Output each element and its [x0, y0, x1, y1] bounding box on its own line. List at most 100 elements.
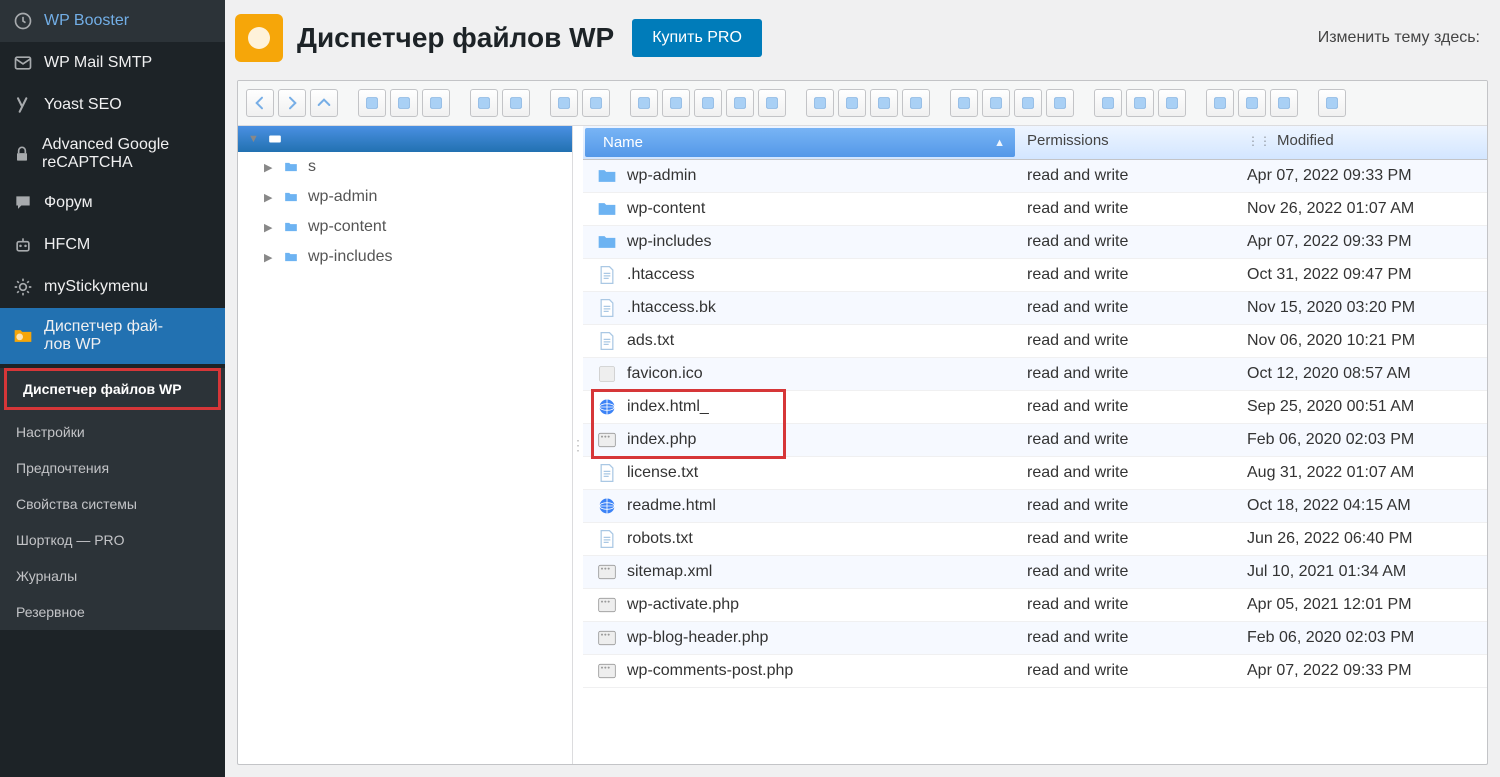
chevron-right-icon: ▶ [264, 251, 274, 264]
menu-item-1[interactable]: WP Mail SMTP [0, 42, 225, 84]
copy-alt-button[interactable] [470, 89, 498, 117]
file-row[interactable]: index.html_read and writeSep 25, 2020 00… [583, 391, 1487, 424]
undo-button[interactable] [550, 89, 578, 117]
doc-icon [597, 331, 617, 351]
new-file-button[interactable] [390, 89, 418, 117]
submenu-item-6[interactable]: Резервное [0, 594, 225, 630]
tree-folder-wp-content[interactable]: ▶wp-content [238, 212, 572, 242]
comments-icon [12, 192, 34, 214]
pane-resizer[interactable]: ⋮ [573, 126, 583, 764]
file-row[interactable]: robots.txtread and writeJun 26, 2022 06:… [583, 523, 1487, 556]
submenu-item-3[interactable]: Свойства системы [0, 486, 225, 522]
list-icon [1020, 95, 1036, 111]
file-row[interactable]: wp-blog-header.phpread and writeFeb 06, … [583, 622, 1487, 655]
file-modified: Oct 18, 2022 04:15 AM [1237, 491, 1487, 521]
paste-alt-button[interactable] [502, 89, 530, 117]
menu-item-6[interactable]: myStickymenu [0, 266, 225, 308]
file-row[interactable]: license.txtread and writeAug 31, 2022 01… [583, 457, 1487, 490]
tree-folder-s[interactable]: ▶s [238, 152, 572, 182]
col-header-name[interactable]: Name ▲ [585, 128, 1015, 157]
invert-button[interactable] [870, 89, 898, 117]
file-modified: Nov 06, 2020 10:21 PM [1237, 326, 1487, 356]
copy-button[interactable] [630, 89, 658, 117]
col-header-permissions[interactable]: Permissions [1017, 126, 1237, 159]
file-row[interactable]: index.phpread and writeFeb 06, 2020 02:0… [583, 424, 1487, 457]
cut-button[interactable] [662, 89, 690, 117]
file-perm: read and write [1017, 194, 1237, 224]
deselect-button[interactable] [902, 89, 930, 117]
tree-root[interactable]: ▼ [238, 126, 572, 152]
tree-folder-wp-includes[interactable]: ▶wp-includes [238, 242, 572, 272]
file-perm: read and write [1017, 425, 1237, 455]
fullscreen-icon [1324, 95, 1340, 111]
menu-item-2[interactable]: Yoast SEO [0, 84, 225, 126]
columns-button[interactable] [1046, 89, 1074, 117]
submenu-item-5[interactable]: Журналы [0, 558, 225, 594]
new-file-icon [396, 95, 412, 111]
save-button[interactable] [422, 89, 450, 117]
file-row[interactable]: .htaccess.bkread and writeNov 15, 2020 0… [583, 292, 1487, 325]
file-row[interactable]: wp-adminread and writeApr 07, 2022 09:33… [583, 160, 1487, 193]
submenu-item-4[interactable]: Шорткод — PRO [0, 522, 225, 558]
icons-large-button[interactable] [950, 89, 978, 117]
tree-folder-wp-admin[interactable]: ▶wp-admin [238, 182, 572, 212]
icons-small-button[interactable] [982, 89, 1010, 117]
menu-item-4[interactable]: Форум [0, 182, 225, 224]
new-folder-button[interactable] [358, 89, 386, 117]
paste-button[interactable] [694, 89, 722, 117]
sort-button[interactable] [1158, 89, 1186, 117]
file-row[interactable]: readme.htmlread and writeOct 18, 2022 04… [583, 490, 1487, 523]
rename-icon [812, 95, 828, 111]
menu-item-5[interactable]: HFCM [0, 224, 225, 266]
menu-label: WP Mail SMTP [44, 54, 152, 72]
delete-button[interactable] [726, 89, 754, 117]
file-modified: Apr 07, 2022 09:33 PM [1237, 161, 1487, 191]
terminal-button[interactable] [1206, 89, 1234, 117]
info-icon [1132, 95, 1148, 111]
file-row[interactable]: favicon.icoread and writeOct 12, 2020 08… [583, 358, 1487, 391]
help-icon [1276, 95, 1292, 111]
page-title: Диспетчер файлов WP [297, 22, 614, 54]
select-all-button[interactable] [838, 89, 866, 117]
clock-icon [12, 10, 34, 32]
columns-icon [1052, 95, 1068, 111]
file-row[interactable]: sitemap.xmlread and writeJul 10, 2021 01… [583, 556, 1487, 589]
preview-button[interactable] [1094, 89, 1122, 117]
tree-folder-label: s [308, 158, 316, 176]
file-name: index.php [627, 431, 696, 449]
file-row[interactable]: .htaccessread and writeOct 31, 2022 09:4… [583, 259, 1487, 292]
file-row[interactable]: wp-activate.phpread and writeApr 05, 202… [583, 589, 1487, 622]
menu-item-3[interactable]: Advanced Google reCAPTCHA [0, 126, 225, 182]
up-button[interactable] [310, 89, 338, 117]
redo-button[interactable] [582, 89, 610, 117]
menu-label: HFCM [44, 236, 90, 254]
file-row[interactable]: wp-contentread and writeNov 26, 2022 01:… [583, 193, 1487, 226]
buy-pro-button[interactable]: Купить PRO [632, 19, 762, 57]
col-header-modified[interactable]: ⋮⋮Modified [1237, 126, 1487, 159]
delete-icon [732, 95, 748, 111]
grid-button[interactable] [1238, 89, 1266, 117]
menu-label: Advanced Google reCAPTCHA [42, 136, 213, 172]
menu-item-0[interactable]: WP Booster [0, 0, 225, 42]
file-row[interactable]: wp-includesread and writeApr 07, 2022 09… [583, 226, 1487, 259]
rename-button[interactable] [806, 89, 834, 117]
list-button[interactable] [1014, 89, 1042, 117]
file-row[interactable]: ads.txtread and writeNov 06, 2020 10:21 … [583, 325, 1487, 358]
info-button[interactable] [1126, 89, 1154, 117]
submenu-item-1[interactable]: Настройки [0, 414, 225, 450]
tree-folder-label: wp-content [308, 218, 386, 236]
menu-item-7[interactable]: Диспетчер фай- лов WP [0, 308, 225, 364]
file-row[interactable]: wp-comments-post.phpread and writeApr 07… [583, 655, 1487, 688]
icons-small-icon [988, 95, 1004, 111]
toolbar [238, 81, 1487, 126]
help-button[interactable] [1270, 89, 1298, 117]
wp-submenu: Диспетчер файлов WP НастройкиПредпочтения… [0, 368, 225, 630]
terminal-icon [1212, 95, 1228, 111]
submenu-item-2[interactable]: Предпочтения [0, 450, 225, 486]
back-button[interactable] [246, 89, 274, 117]
forward-button[interactable] [278, 89, 306, 117]
submenu-item-0[interactable]: Диспетчер файлов WP [4, 368, 221, 410]
clear-button[interactable] [758, 89, 786, 117]
fullscreen-button[interactable] [1318, 89, 1346, 117]
file-manager: ▼ ▶s▶wp-admin▶wp-content▶wp-includes ⋮ N… [237, 80, 1488, 765]
